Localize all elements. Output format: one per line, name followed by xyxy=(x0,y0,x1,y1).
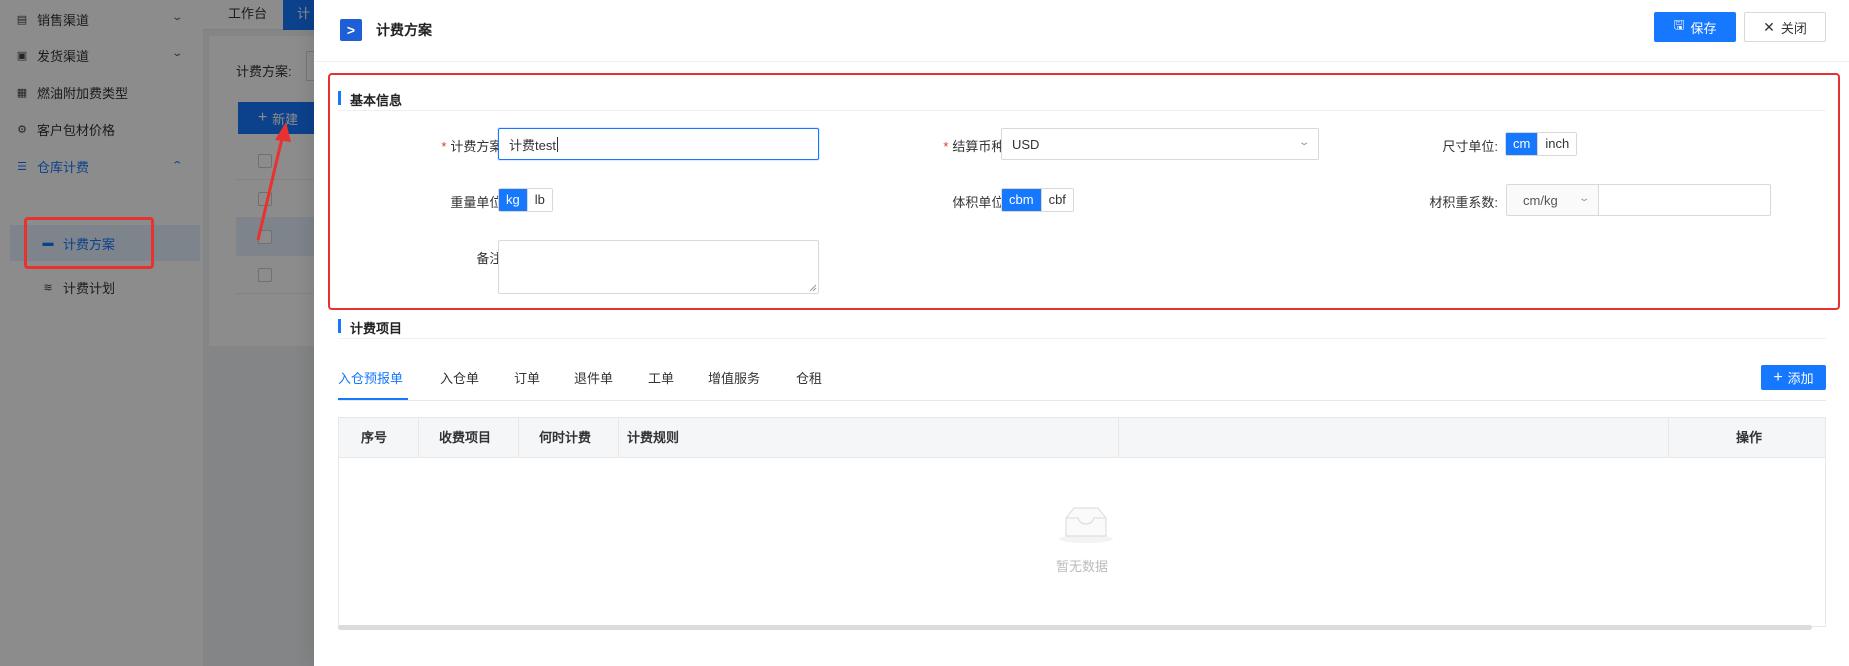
chevron-right-icon[interactable]: > xyxy=(340,19,362,41)
horizontal-scrollbar[interactable] xyxy=(338,625,1812,630)
column-divider xyxy=(1668,418,1669,458)
tab-inbound-forecast[interactable]: 入仓预报单 xyxy=(338,368,403,387)
tab-inbound-order[interactable]: 入仓单 xyxy=(440,368,479,387)
tab-order[interactable]: 订单 xyxy=(514,368,540,387)
annotation-box xyxy=(24,217,154,269)
column-divider xyxy=(1118,418,1119,458)
column-divider xyxy=(618,418,619,458)
empty-state-text: 暂无数据 xyxy=(1055,559,1108,574)
tab-value-added-service[interactable]: 增值服务 xyxy=(708,368,760,387)
column-divider xyxy=(518,418,519,458)
drawer-header: > 计费方案 🖫 保存 ✕ 关闭 xyxy=(314,0,1849,62)
billing-items-table: 序号 收费项目 何时计费 计费规则 操作 暂无数据 xyxy=(338,417,1826,627)
close-icon: ✕ xyxy=(1763,18,1775,35)
column-divider xyxy=(418,418,419,458)
column-header-fee-item: 收费项目 xyxy=(439,430,492,445)
save-button[interactable]: 🖫 保存 xyxy=(1654,12,1736,42)
table-header: 序号 收费项目 何时计费 计费规则 操作 xyxy=(339,418,1825,458)
column-header-billing-time: 何时计费 xyxy=(539,430,592,445)
section-title-billing-items: 计费项目 xyxy=(338,318,402,337)
billing-scheme-drawer: > 计费方案 🖫 保存 ✕ 关闭 基本信息 * 计费方案: 计费test * 结算币… xyxy=(314,0,1849,666)
add-button[interactable]: + 添加 xyxy=(1761,365,1826,390)
tabs-divider xyxy=(338,400,1826,401)
close-button-label: 关闭 xyxy=(1780,20,1807,36)
tab-return-order[interactable]: 退件单 xyxy=(574,368,613,387)
close-button[interactable]: ✕ 关闭 xyxy=(1744,12,1826,42)
annotation-box xyxy=(328,73,1840,310)
section-divider xyxy=(338,338,1826,339)
column-header-billing-rule: 计费规则 xyxy=(627,430,680,445)
save-icon: 🖫 xyxy=(1673,17,1685,32)
modal-overlay[interactable] xyxy=(0,0,314,666)
annotation-arrow xyxy=(256,122,291,241)
column-header-actions: 操作 xyxy=(1736,430,1763,445)
plus-icon: + xyxy=(1773,368,1783,386)
column-header-index: 序号 xyxy=(361,430,388,445)
save-button-label: 保存 xyxy=(1690,20,1717,36)
empty-inbox-icon xyxy=(1059,507,1113,543)
tab-storage-rent[interactable]: 仓租 xyxy=(796,368,822,387)
tab-work-order[interactable]: 工单 xyxy=(648,368,674,387)
add-button-label: 添加 xyxy=(1787,371,1814,386)
drawer-title: 计费方案 xyxy=(376,22,432,38)
